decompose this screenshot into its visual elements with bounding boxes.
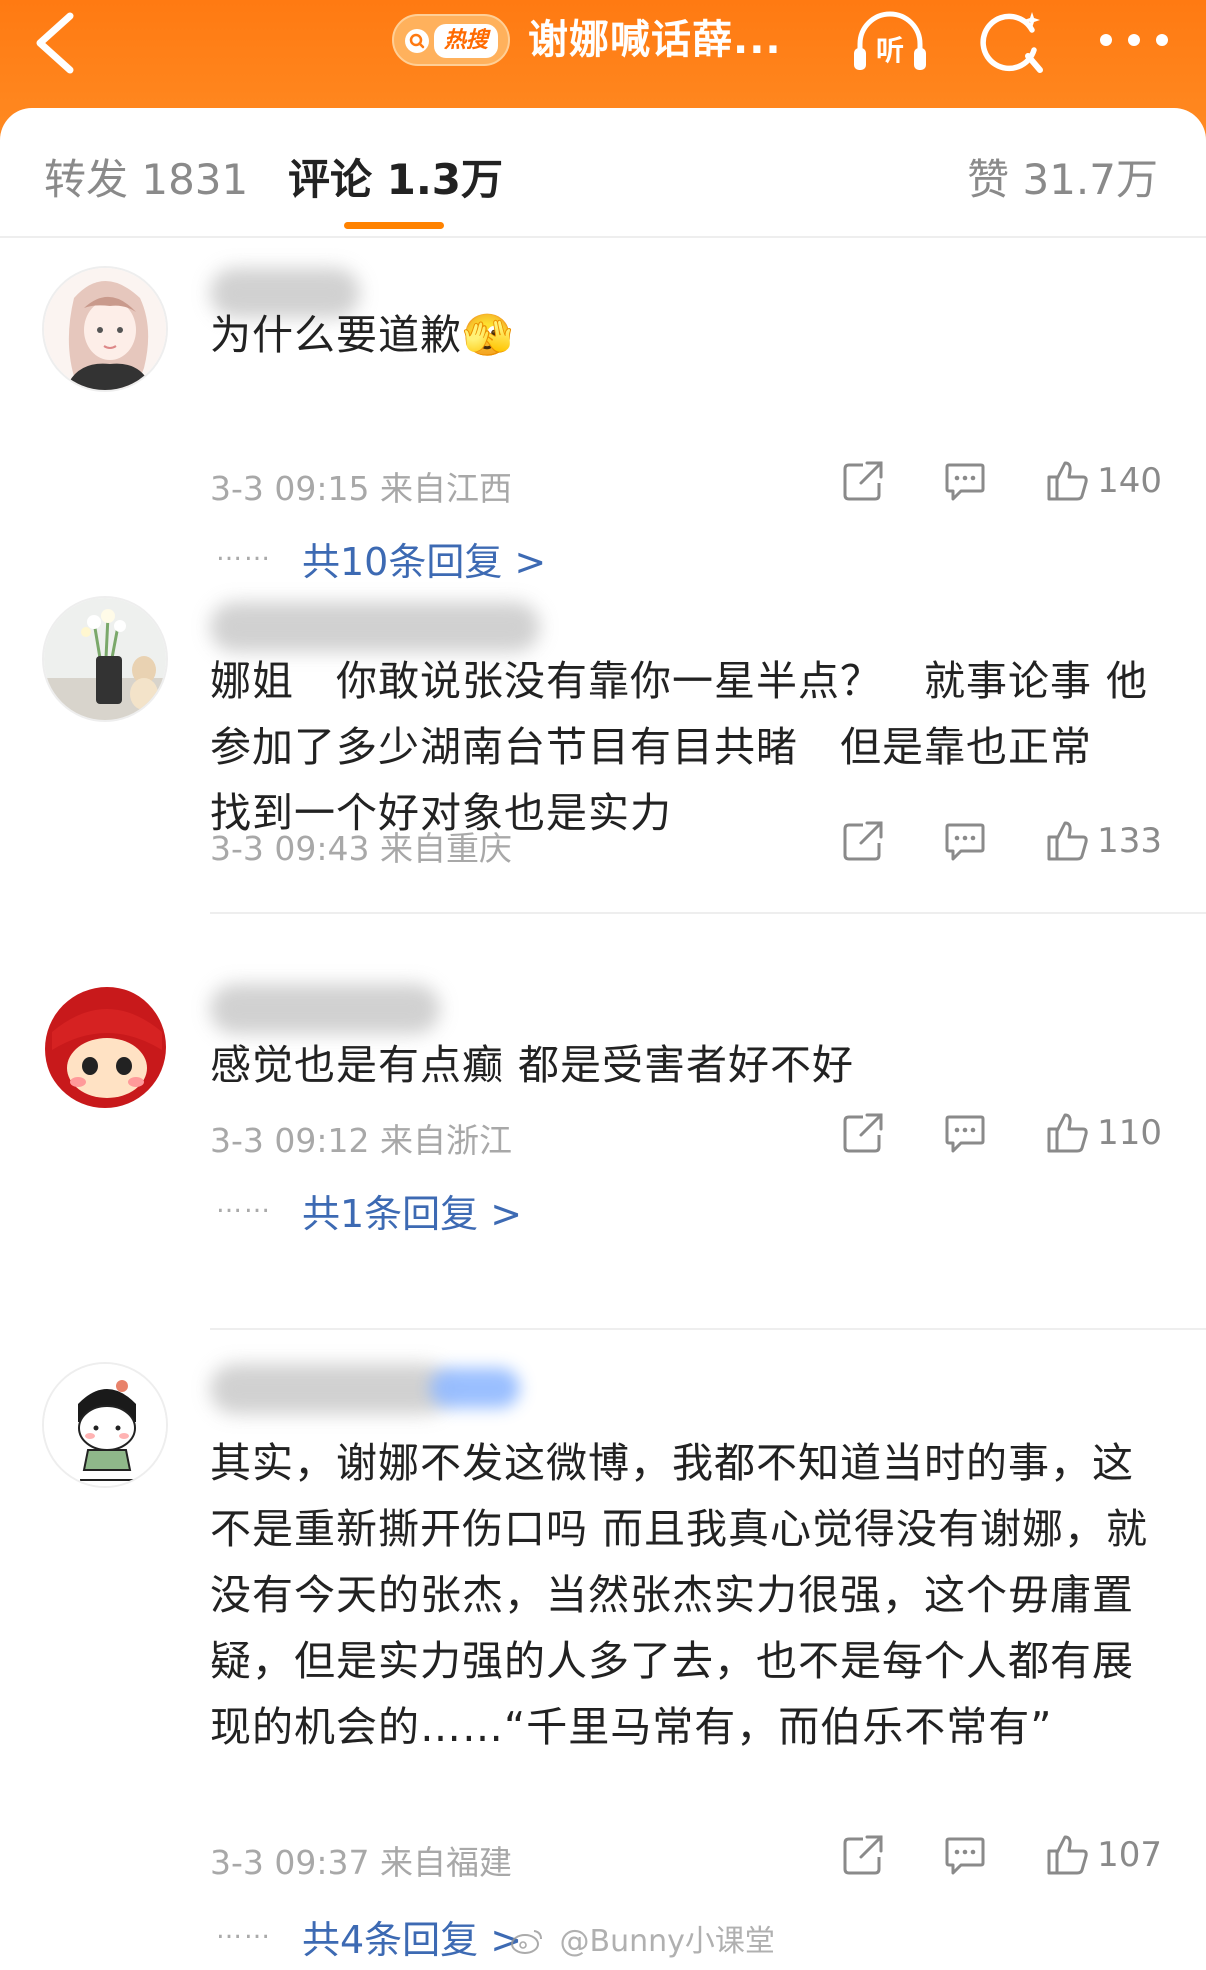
comment-item (0, 954, 1206, 1436)
like-thumb-icon[interactable] (1045, 1111, 1089, 1155)
avatar-image (44, 598, 166, 720)
more-options-icon[interactable] (1092, 10, 1176, 70)
reply-dots: …… (216, 1915, 272, 1945)
search-icon (405, 29, 429, 53)
comment-actions: 133 (841, 816, 1162, 866)
comment-text-content: 娜姐 你敢说张没有靠你一星半点？ 就事论事 他参加了多少湖南台节目有目共睹 但是… (210, 657, 1149, 837)
active-tab-indicator (344, 222, 444, 229)
like-thumb-icon[interactable] (1045, 459, 1089, 503)
like-count: 140 (1097, 461, 1162, 501)
like-count: 133 (1097, 821, 1162, 861)
like-count: 107 (1097, 1835, 1162, 1875)
comment-text: 其实，谢娜不发这微博，我都不知道当时的事，这不是重新撕开伤口吗 而且我真心觉得没… (210, 1430, 1170, 1760)
watermark-text: @Bunny小课堂 (559, 1924, 775, 1959)
comment-text-content: 为什么要道歉🫣 (210, 311, 515, 359)
view-replies-link[interactable]: 共4条回复 > (302, 1909, 522, 1964)
share-icon[interactable] (841, 459, 885, 503)
watermark: @Bunny小课堂 (510, 1916, 775, 1960)
weibo-logo-icon (511, 1930, 542, 1954)
reply-summary: …… 共4条回复 > (216, 1908, 522, 1964)
hot-search-pill[interactable]: 热搜 (392, 14, 510, 66)
username-blurred[interactable] (210, 984, 440, 1034)
tab-like[interactable]: 赞 31.7万 (967, 146, 1158, 207)
username-blurred[interactable] (210, 602, 540, 652)
like-thumb-icon[interactable] (1045, 819, 1089, 863)
listen-label: 听 (876, 34, 904, 67)
comment-icon[interactable] (943, 459, 987, 503)
view-replies-link[interactable]: 共1条回复 > (302, 1183, 522, 1238)
comment-text-content: 其实，谢娜不发这微博，我都不知道当时的事，这不是重新撕开伤口吗 而且我真心觉得没… (210, 1439, 1149, 1751)
reply-dots: …… (216, 1189, 272, 1219)
avatar[interactable] (42, 984, 168, 1110)
comment-icon[interactable] (943, 1833, 987, 1877)
share-icon[interactable] (841, 819, 885, 863)
avatar-image (44, 268, 166, 390)
back-arrow-icon[interactable] (28, 8, 88, 78)
listen-headphones-icon[interactable]: 听 (848, 8, 932, 74)
comment-actions: 107 (841, 1830, 1162, 1880)
comment-meta: 3-3 09:15 来自江西 (210, 469, 512, 508)
like-count: 110 (1097, 1113, 1162, 1153)
tab-comment[interactable]: 评论 1.3万 (288, 146, 503, 207)
username-blurred[interactable] (210, 1364, 450, 1414)
share-icon[interactable] (841, 1111, 885, 1155)
comment-item: 娜姐 你敢说张没有靠你一星半点？ 就事论事 他参加了多少湖南台节目有目共睹 但是… (0, 568, 1206, 958)
avatar[interactable] (42, 266, 168, 392)
tab-repost[interactable]: 转发 1831 (44, 146, 248, 207)
comment-meta: 3-3 09:37 来自福建 (210, 1843, 512, 1882)
comment-text: 感觉也是有点癫 都是受害者好不好 (210, 1032, 1170, 1098)
comment-divider (210, 912, 1206, 914)
search-refresh-icon[interactable] (976, 6, 1046, 76)
topic-title[interactable]: 谢娜喊话薛... (528, 10, 782, 70)
comment-sheet: 转发 1831 评论 1.3万 赞 31.7万 为什么要道歉🫣 3-3 09:1… (0, 108, 1206, 1970)
avatar-image (44, 1364, 166, 1486)
comment-divider (210, 1328, 1206, 1330)
like-thumb-icon[interactable] (1045, 1833, 1089, 1877)
comment-meta: 3-3 09:12 来自浙江 (210, 1121, 512, 1160)
comment-icon[interactable] (943, 819, 987, 863)
comment-meta: 3-3 09:43 来自重庆 (210, 829, 512, 868)
share-icon[interactable] (841, 1833, 885, 1877)
hot-search-tag: 热搜 (434, 24, 499, 58)
avatar-image (44, 986, 166, 1108)
comment-text-content: 感觉也是有点癫 都是受害者好不好 (210, 1041, 855, 1089)
comment-actions: 110 (841, 1108, 1162, 1158)
tab-bar: 转发 1831 评论 1.3万 赞 31.7万 (0, 108, 1206, 238)
comment-actions: 140 (841, 456, 1162, 506)
reply-summary: …… 共1条回复 > (216, 1182, 522, 1238)
reply-dots: …… (216, 537, 272, 567)
comment-text: 为什么要道歉🫣 (210, 302, 1170, 368)
comment-icon[interactable] (943, 1111, 987, 1155)
user-badge-blurred (430, 1368, 520, 1408)
avatar[interactable] (42, 1362, 168, 1488)
avatar[interactable] (42, 596, 168, 722)
comment-item: 为什么要道歉🫣 3-3 09:15 来自江西 140 …… 共10条回复 > (0, 238, 1206, 584)
